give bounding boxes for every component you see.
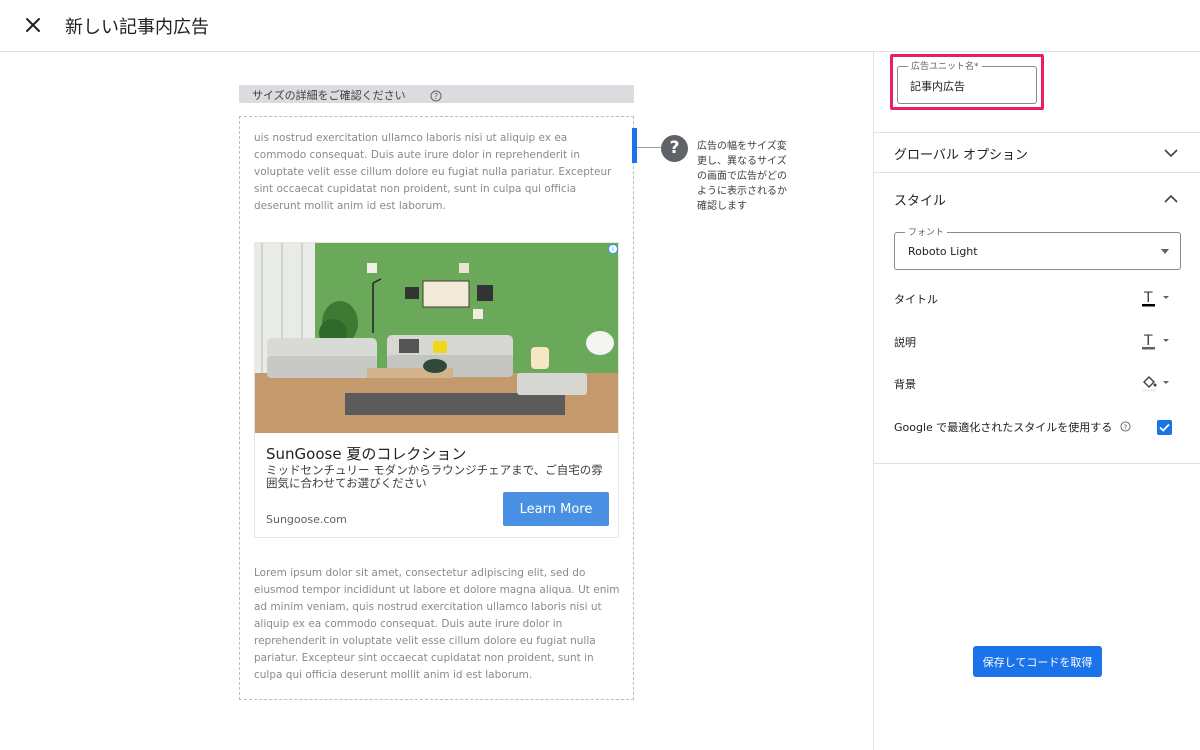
google-optimized-style-checkbox[interactable]: [1157, 420, 1172, 435]
resize-tip: 広告の幅をサイズ変更し、異なるサイズの画面で広告がどのように表示されるか確認しま…: [697, 141, 787, 212]
size-details-text: サイズの詳細をご確認ください: [252, 89, 406, 102]
ad-unit-name-highlight: 広告ユニット名* 記事内広告: [890, 54, 1044, 110]
close-icon: [26, 18, 40, 32]
dropdown-arrow-icon: [1161, 249, 1169, 254]
help-icon[interactable]: ?: [1120, 421, 1131, 435]
divider: [874, 132, 1200, 133]
style-section-header[interactable]: スタイル: [894, 190, 946, 209]
ad-cta-button[interactable]: Learn More: [503, 492, 609, 526]
top-app-bar: 新しい記事内広告: [0, 0, 1200, 52]
title-color-label: タイトル: [894, 293, 938, 306]
size-details-bar: サイズの詳細をご確認ください ?: [239, 85, 634, 103]
font-value: Roboto Light: [908, 245, 978, 258]
svg-text:T: T: [1143, 290, 1153, 306]
ad-preview-frame: uis nostrud exercitation ullamco laboris…: [239, 116, 634, 700]
help-icon[interactable]: ?: [430, 87, 442, 106]
article-text-bottom: Lorem ipsum dolor sit amet, consectetur …: [254, 567, 620, 681]
ad-unit-name-label: 広告ユニット名*: [908, 59, 982, 72]
article-text-top: uis nostrud exercitation ullamco laboris…: [254, 132, 612, 212]
ad-domain: Sungoose.com: [266, 513, 347, 526]
save-and-get-code-button[interactable]: 保存してコードを取得: [973, 646, 1102, 677]
ad-unit-name-field[interactable]: 広告ユニット名* 記事内広告: [897, 59, 1037, 104]
svg-text:T: T: [1143, 333, 1153, 349]
ad-image: [255, 243, 618, 433]
font-select[interactable]: フォント Roboto Light: [894, 225, 1181, 270]
ad-title[interactable]: SunGoose 夏のコレクション: [266, 443, 466, 464]
background-color-label: 背景: [894, 378, 916, 391]
page-title: 新しい記事内広告: [65, 17, 209, 38]
text-color-icon[interactable]: T: [1136, 331, 1176, 351]
fill-color-icon[interactable]: [1136, 373, 1176, 393]
close-button[interactable]: [20, 12, 46, 38]
chevron-up-icon[interactable]: [1161, 189, 1181, 209]
description-color-label: 説明: [894, 336, 916, 349]
google-optimized-style-label: Google で最適化されたスタイルを使用する ?: [894, 419, 1131, 435]
svg-text:?: ?: [434, 92, 438, 101]
settings-panel: 広告ユニット名* 記事内広告 グローバル オプション スタイル フォント Rob…: [873, 52, 1200, 750]
divider: [874, 172, 1200, 173]
google-optimized-style-text: Google で最適化されたスタイルを使用する: [894, 421, 1113, 434]
help-icon-large: ?: [661, 135, 688, 162]
svg-text:?: ?: [1123, 422, 1127, 431]
global-options-header[interactable]: グローバル オプション: [894, 144, 1028, 163]
checkbox-check-icon: [1159, 423, 1170, 432]
adchoices-icon[interactable]: i: [608, 244, 618, 254]
tip-connector: [637, 147, 661, 148]
text-color-icon[interactable]: T: [1136, 288, 1176, 308]
ad-description: ミッドセンチュリー モダンからラウンジチェアまで、ご自宅の雰囲気に合わせてお選び…: [266, 463, 603, 490]
in-article-ad[interactable]: i SunGoose 夏のコレクション ミッドセンチュリー モダンからラウンジチ…: [254, 242, 619, 538]
resize-handle[interactable]: [632, 128, 637, 163]
divider: [874, 463, 1200, 464]
font-label: フォント: [905, 225, 948, 238]
chevron-down-icon[interactable]: [1161, 143, 1181, 163]
ad-unit-name-value: 記事内広告: [910, 80, 965, 93]
